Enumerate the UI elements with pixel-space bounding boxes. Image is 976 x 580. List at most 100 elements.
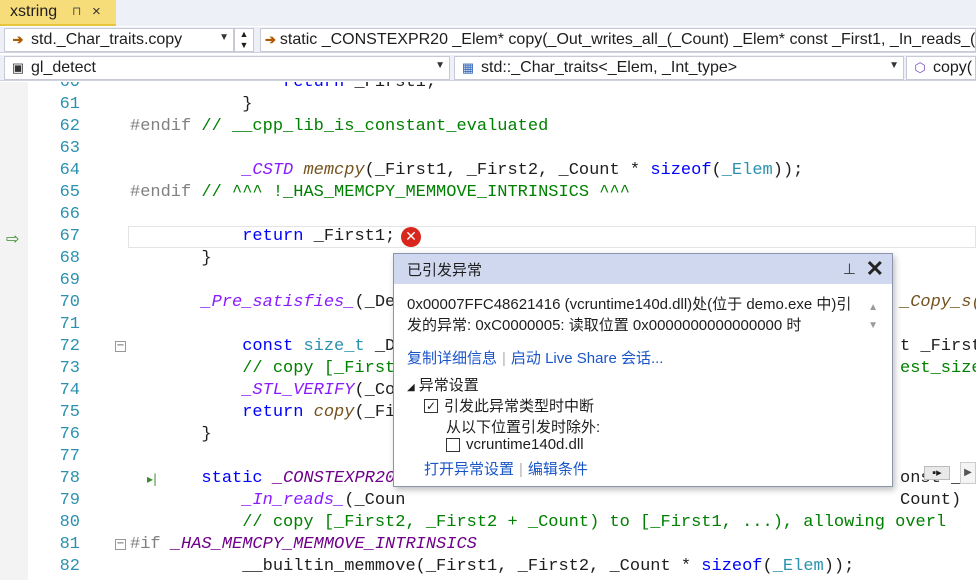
break-checkbox-label: 引发此异常类型时中断 (444, 398, 595, 415)
line-number: 68 (59, 249, 80, 268)
line-number: 67 (59, 227, 80, 246)
code-text: _In_reads_(_Coun (242, 491, 406, 510)
line-number: 81 (59, 535, 80, 554)
fold-toggle-icon[interactable]: − (115, 539, 126, 550)
code-line[interactable]: 62 #endif // __cpp_lib_is_constant_evalua… (0, 116, 976, 138)
exception-popup-header: 已引发异常 ⊥ ✕ (394, 254, 892, 284)
chevron-down-icon: ▼ (219, 32, 229, 43)
navigation-bar-bottom: ▣ gl_detect ▼ ▦ std::_Char_traits<_Elem,… (0, 55, 976, 81)
code-text: static _CONSTEXPR20 (201, 469, 396, 488)
tab-strip: xstring ⊓ × (0, 0, 976, 26)
scroll-up-icon[interactable]: ▲ (868, 302, 878, 313)
break-checkbox[interactable]: ✓ (424, 398, 438, 413)
peek-button[interactable]: ▪▸ (924, 466, 950, 480)
exception-popup: 已引发异常 ⊥ ✕ 0x00007FFC48621416 (vcruntime1… (393, 253, 893, 487)
chevron-down-icon: ▼ (435, 60, 445, 71)
module-checkbox[interactable] (446, 437, 460, 452)
line-number: 73 (59, 359, 80, 378)
scope-spinner[interactable]: ▲ ▼ (234, 28, 254, 52)
code-line[interactable]: 81 − #if _HAS_MEMCPY_MEMMOVE_INTRINSICS (0, 534, 976, 556)
line-number: 75 (59, 403, 80, 422)
edit-conditions-link[interactable]: 编辑条件 (528, 461, 588, 478)
project-dropdown-value: gl_detect (31, 59, 96, 76)
pin-icon[interactable]: ⊥ (843, 260, 856, 278)
execution-pointer-icon[interactable]: ⇨ (6, 228, 19, 250)
close-icon[interactable]: ✕ (866, 256, 884, 282)
module-exclusion-option[interactable]: vcruntime140d.dll (446, 436, 584, 453)
code-text: _CSTD memcpy(_First1, _First2, _Count * … (242, 161, 804, 180)
except-label-row: 从以下位置引发时除外: (446, 416, 600, 437)
link-separator: | (519, 461, 523, 478)
line-number: 78 (59, 469, 80, 488)
scroll-right-icon[interactable]: ▶ (960, 462, 976, 484)
code-text: return copy(_Fir (242, 403, 406, 422)
exception-settings-label: 异常设置 (418, 377, 479, 394)
code-line[interactable]: 82 __builtin_memmove(_First1, _First2, _… (0, 556, 976, 578)
fold-toggle-icon[interactable]: − (115, 341, 126, 352)
code-text: #endif // ^^^ !_HAS_MEMCPY_MEMMOVE_INTRI… (130, 183, 630, 202)
close-tab-icon[interactable]: × (92, 3, 101, 20)
class-dropdown-value: std::_Char_traits<_Elem, _Int_type> (481, 59, 738, 76)
signature-dropdown[interactable]: ➔ static _CONSTEXPR20 _Elem* copy(_Out_w… (260, 28, 976, 52)
code-line[interactable]: 60 return _First1; (0, 82, 976, 94)
line-number: 62 (59, 117, 80, 136)
line-number: 65 (59, 183, 80, 202)
scope-dropdown[interactable]: ➔ std._Char_traits.copy ▼ (4, 28, 234, 52)
pin-tab-icon[interactable]: ⊓ (72, 4, 81, 18)
link-separator: | (502, 350, 506, 367)
error-icon[interactable]: ✕ (401, 227, 421, 247)
break-on-exception-option[interactable]: ✓ 引发此异常类型时中断 (424, 395, 594, 416)
class-icon: ▦ (461, 60, 475, 75)
settings-links: 打开异常设置 | 编辑条件 (424, 458, 588, 479)
project-dropdown[interactable]: ▣ gl_detect ▼ (4, 56, 450, 80)
scroll-down-icon[interactable]: ▼ (868, 320, 878, 331)
code-line[interactable]: 61 } (0, 94, 976, 116)
line-number: 76 (59, 425, 80, 444)
project-icon: ▣ (11, 60, 25, 75)
line-number: 64 (59, 161, 80, 180)
code-text: #endif // __cpp_lib_is_constant_evaluate… (130, 117, 549, 136)
line-number: 80 (59, 513, 80, 532)
code-text: } (130, 95, 253, 114)
code-line[interactable]: 65 #endif // ^^^ !_HAS_MEMCPY_MEMMOVE_INT… (0, 182, 976, 204)
chevron-down-icon: ▼ (889, 60, 899, 71)
code-line[interactable]: 64 _CSTD memcpy(_First1, _First2, _Count… (0, 160, 976, 182)
exception-message: 0x00007FFC48621416 (vcruntime140d.dll)处(… (407, 296, 852, 334)
navigation-bar-top: ➔ std._Char_traits.copy ▼ ▲ ▼ ➔ static _C… (0, 27, 976, 53)
code-text-overflow: t _First (900, 337, 976, 356)
member-dropdown-value: copy( (933, 59, 973, 76)
collapse-triangle-icon[interactable]: ◢ (407, 382, 415, 393)
code-text: _Pre_satisfies_(_Des (201, 293, 406, 312)
line-number: 71 (59, 315, 80, 334)
line-number: 60 (59, 82, 80, 92)
code-text: // copy [_First2, _First2 + _Count) to [… (242, 513, 947, 532)
tab-xstring[interactable]: xstring ⊓ × (0, 0, 116, 26)
code-text: _STL_VERIFY(_Cou (242, 381, 406, 400)
arrow-right-icon: ➔ (265, 32, 276, 47)
live-share-link[interactable]: 启动 Live Share 会话... (511, 350, 664, 367)
code-line[interactable]: 63 (0, 138, 976, 160)
line-number: 77 (59, 447, 80, 466)
code-line[interactable]: 79 _In_reads_(_Coun Count) (0, 490, 976, 512)
member-dropdown[interactable]: ⬡ copy( (906, 56, 976, 80)
method-icon: ⬡ (914, 60, 926, 75)
code-line[interactable]: 80 // copy [_First2, _First2 + _Count) t… (0, 512, 976, 534)
line-number: 79 (59, 491, 80, 510)
code-line[interactable]: 66 (0, 204, 976, 226)
line-number: 61 (59, 95, 80, 114)
code-text: } (130, 249, 212, 268)
code-line[interactable]: ⇨ 67 return _First1; ✕ (0, 226, 976, 248)
line-number: 69 (59, 271, 80, 290)
class-dropdown[interactable]: ▦ std::_Char_traits<_Elem, _Int_type> ▼ (454, 56, 904, 80)
code-text: return _First1; (283, 82, 437, 92)
line-number: 82 (59, 557, 80, 576)
open-exception-settings-link[interactable]: 打开异常设置 (424, 461, 514, 478)
line-number: 63 (59, 139, 80, 158)
line-number: 74 (59, 381, 80, 400)
exception-popup-title: 已引发异常 (407, 261, 483, 279)
code-text: return _First1; (242, 227, 396, 246)
action-links: 复制详细信息 | 启动 Live Share 会话... (407, 347, 663, 368)
code-text-overflow: _Copy_s( (900, 293, 976, 312)
exception-settings-section[interactable]: ◢ 异常设置 (407, 374, 479, 395)
copy-details-link[interactable]: 复制详细信息 (407, 350, 497, 367)
